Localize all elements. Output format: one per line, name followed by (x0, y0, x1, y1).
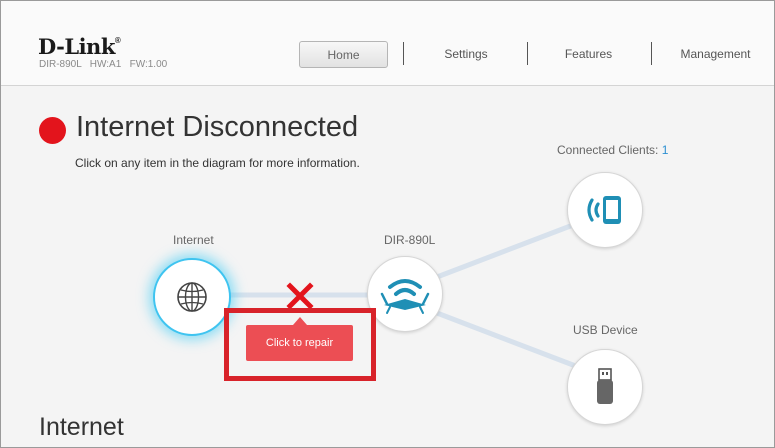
app-window: D-Link® DIR-890L HW:A1 FW:1.00 Home Sett… (0, 0, 775, 448)
router-icon (380, 279, 430, 314)
usb-device-label: USB Device (573, 323, 638, 337)
repair-button[interactable]: Click to repair (246, 325, 353, 361)
router-node[interactable] (367, 256, 443, 332)
network-diagram (226, 222, 576, 368)
disconnect-x-icon (286, 282, 314, 310)
wireless-device-icon (587, 196, 621, 224)
connected-clients-node[interactable] (567, 172, 643, 248)
globe-icon (177, 282, 207, 312)
usb-drive-icon (597, 368, 613, 404)
internet-label: Internet (173, 233, 214, 247)
section-heading: Internet (39, 413, 124, 441)
router-label: DIR-890L (384, 233, 436, 247)
router-clients-link (434, 222, 576, 280)
repair-tooltip-caret (293, 317, 307, 325)
internet-node[interactable] (153, 258, 231, 336)
connected-clients-label: Connected Clients: 1 (557, 143, 669, 157)
router-usb-link (434, 310, 576, 368)
usb-device-node[interactable] (567, 349, 643, 425)
connected-clients-count[interactable]: 1 (662, 143, 669, 157)
